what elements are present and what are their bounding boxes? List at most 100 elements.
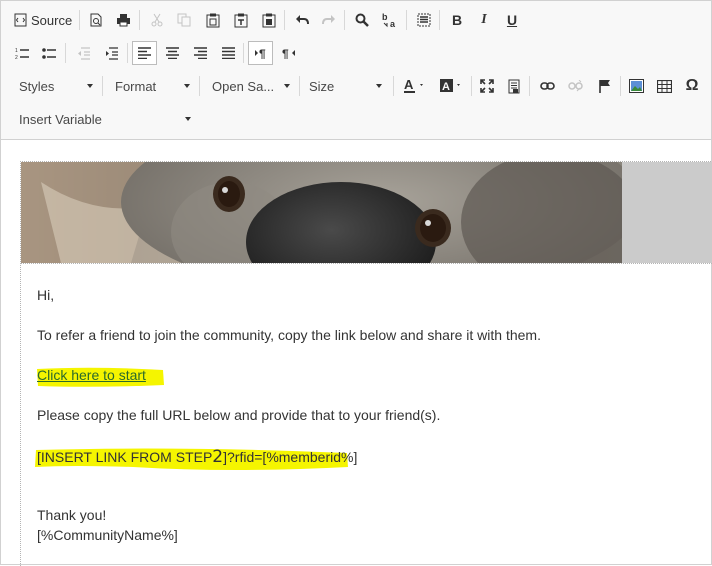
decrease-indent-button[interactable] <box>72 41 94 65</box>
rtl-button[interactable]: ¶ <box>278 41 300 65</box>
toolbar-separator <box>79 10 80 30</box>
bulleted-list-button[interactable] <box>38 41 60 65</box>
svg-text:b: b <box>382 12 388 22</box>
indent-icon <box>104 46 119 60</box>
redo-icon <box>322 14 336 26</box>
toolbar-separator <box>243 43 244 63</box>
format-label: Format <box>115 78 157 94</box>
paste-button[interactable] <box>202 8 224 32</box>
align-center-icon <box>165 47 179 59</box>
numbered-list-icon: 12 <box>15 47 30 60</box>
chevron-down-icon <box>184 84 190 88</box>
underline-button[interactable]: U <box>501 8 523 32</box>
show-blocks-button[interactable] <box>503 74 525 98</box>
paste-word-button[interactable] <box>258 8 280 32</box>
bold-button[interactable]: B <box>446 8 468 32</box>
font-dropdown[interactable]: Open Sa... <box>204 74 296 98</box>
toolbar-separator <box>127 43 128 63</box>
insert-variable-dropdown[interactable]: Insert Variable <box>11 107 197 131</box>
banner-divider <box>21 263 712 264</box>
paste-text-icon <box>234 13 248 28</box>
redo-button[interactable] <box>318 8 340 32</box>
paste-text-button[interactable] <box>230 8 252 32</box>
svg-text:A: A <box>442 81 450 93</box>
maximize-button[interactable] <box>476 74 498 98</box>
insert-variable-label: Insert Variable <box>19 111 102 127</box>
font-label: Open Sa... <box>212 78 275 94</box>
align-center-button[interactable] <box>161 41 183 65</box>
size-dropdown[interactable]: Size <box>301 74 388 98</box>
table-button[interactable] <box>653 74 675 98</box>
cut-icon <box>150 13 164 27</box>
print-icon <box>116 13 131 27</box>
image-icon <box>628 79 644 93</box>
paste-word-icon <box>262 13 276 28</box>
image-button[interactable] <box>625 74 647 98</box>
toolbar-separator <box>139 10 140 30</box>
format-dropdown[interactable]: Format <box>107 74 196 98</box>
print-button[interactable] <box>112 8 134 32</box>
maximize-icon <box>480 79 494 93</box>
ltr-button[interactable]: ¶ <box>248 41 273 65</box>
anchor-button[interactable] <box>593 74 615 98</box>
preview-button[interactable] <box>85 8 107 32</box>
background-color-icon: A <box>439 78 463 94</box>
show-blocks-icon <box>507 79 521 94</box>
referral-url-text: [INSERT LINK FROM STEP2]?rfid=[%memberid… <box>37 447 357 467</box>
link-icon <box>539 81 555 91</box>
omega-icon: Ω <box>685 77 699 94</box>
svg-text:1: 1 <box>15 48 18 54</box>
italic-icon: I <box>481 12 487 27</box>
justify-button[interactable] <box>217 41 239 65</box>
source-label: Source <box>31 12 73 28</box>
toolbar-separator <box>65 43 66 63</box>
link-button[interactable] <box>536 74 558 98</box>
text-color-icon: A <box>403 78 427 94</box>
unlink-button[interactable] <box>564 74 586 98</box>
svg-text:a: a <box>390 19 396 28</box>
greeting-text: Hi, <box>37 287 55 303</box>
select-all-button[interactable] <box>413 8 435 32</box>
table-icon <box>656 79 672 93</box>
bulleted-list-icon <box>41 47 57 60</box>
instruction-paragraph: Please copy the full URL below and provi… <box>37 407 441 423</box>
styles-label: Styles <box>19 78 55 94</box>
svg-text:A: A <box>404 78 414 92</box>
italic-button[interactable]: I <box>473 8 495 32</box>
unlink-icon <box>567 80 583 92</box>
text-direction-rtl-icon: ¶ <box>282 47 296 59</box>
start-link[interactable]: Click here to start <box>37 367 146 383</box>
preview-icon <box>89 13 103 27</box>
paste-icon <box>206 13 220 28</box>
undo-icon <box>295 14 309 26</box>
copy-button[interactable] <box>173 8 195 32</box>
align-right-icon <box>193 47 207 59</box>
copy-icon <box>177 13 191 27</box>
url-step-number: 2 <box>212 447 224 467</box>
size-label: Size <box>309 78 335 94</box>
replace-button[interactable]: ba <box>378 8 402 32</box>
styles-dropdown[interactable]: Styles <box>11 74 99 98</box>
align-left-button[interactable] <box>132 41 157 65</box>
svg-text:¶: ¶ <box>259 47 266 59</box>
svg-text:2: 2 <box>15 55 18 60</box>
url-text-part2: ]?rfid=[%memberid%] <box>223 449 358 465</box>
cut-button[interactable] <box>146 8 168 32</box>
toolbar-separator <box>199 76 200 96</box>
toolbar-separator <box>406 10 407 30</box>
flag-icon <box>598 79 611 94</box>
align-right-button[interactable] <box>189 41 211 65</box>
search-icon <box>355 13 369 27</box>
find-button[interactable] <box>351 8 373 32</box>
toolbar-separator <box>620 76 621 96</box>
increase-indent-button[interactable] <box>100 41 122 65</box>
numbered-list-button[interactable]: 12 <box>11 41 33 65</box>
community-name-variable: [%CommunityName%] <box>37 527 178 543</box>
toolbar-separator <box>284 10 285 30</box>
editor-content[interactable]: Hi, To refer a friend to join the commun… <box>20 161 712 566</box>
background-color-button[interactable]: A <box>435 74 467 98</box>
source-button[interactable]: Source <box>11 8 75 32</box>
special-char-button[interactable]: Ω <box>681 74 703 98</box>
text-color-button[interactable]: A <box>399 74 431 98</box>
undo-button[interactable] <box>291 8 313 32</box>
